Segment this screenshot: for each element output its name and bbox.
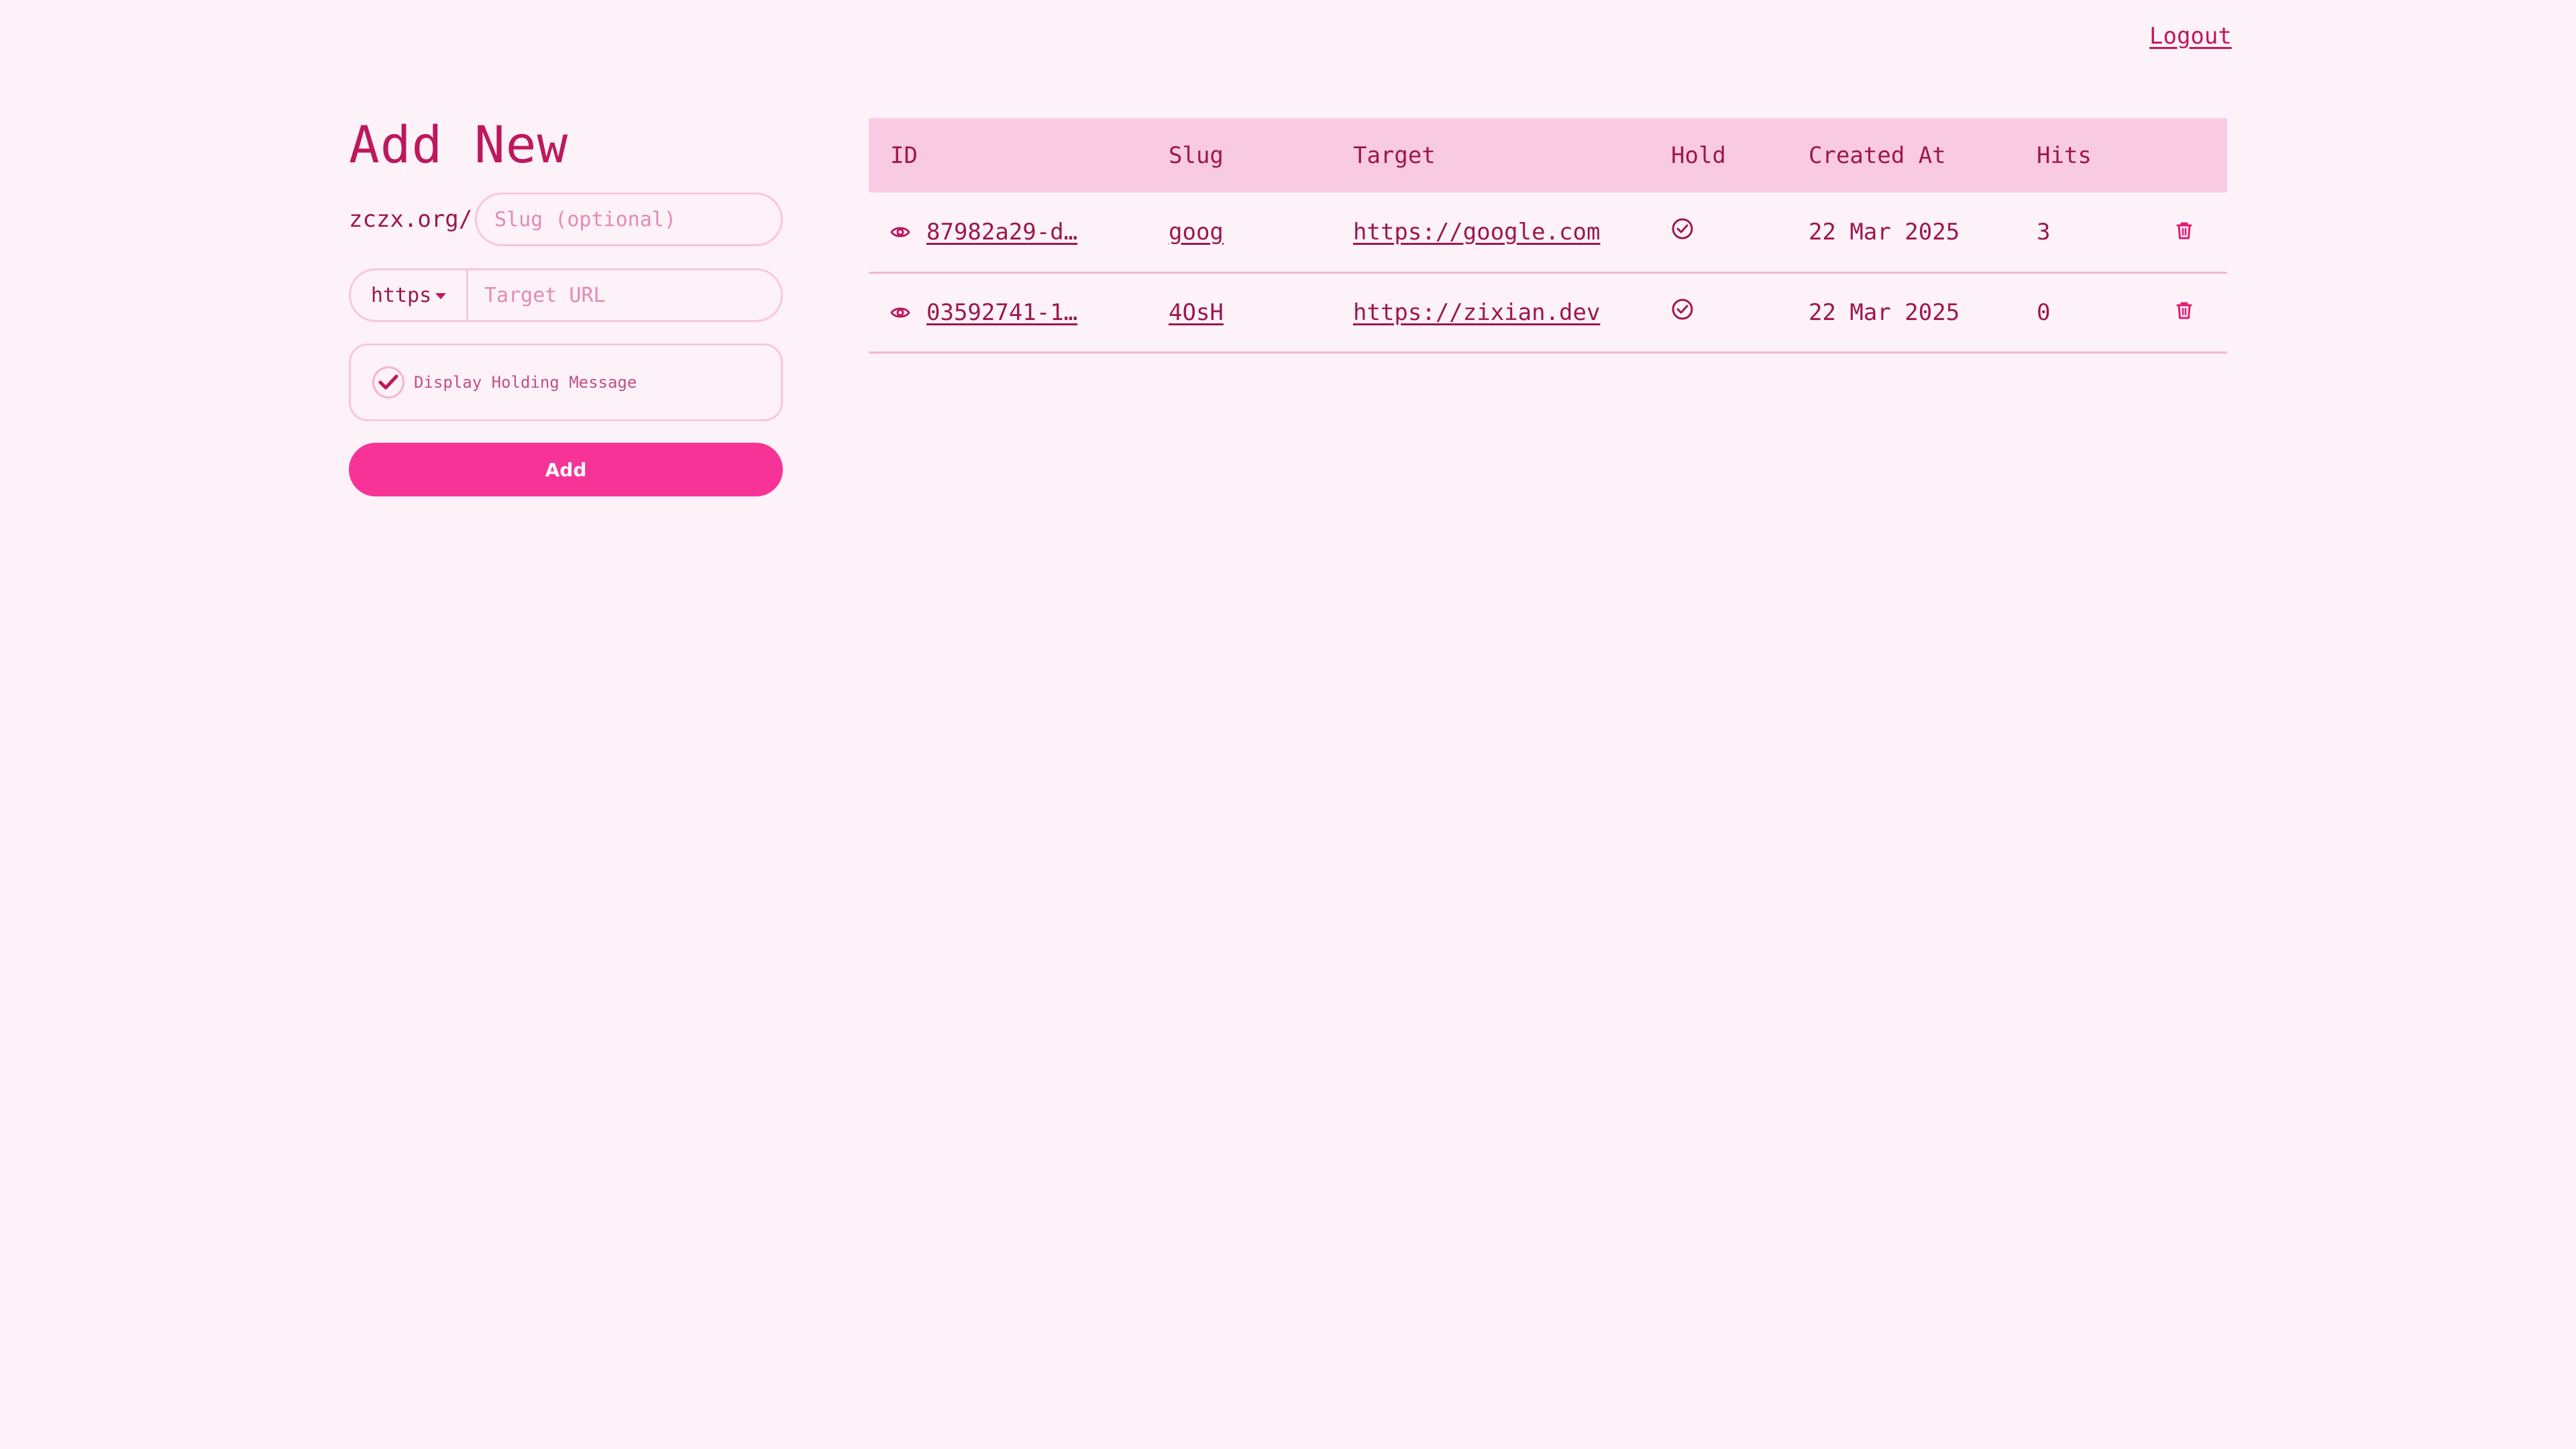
column-header-target: Target [1353, 142, 1436, 169]
slug-input[interactable] [475, 193, 783, 246]
actions-cell [2123, 193, 2227, 272]
target-cell: https://zixian.dev [1332, 272, 1650, 352]
column-header-id: ID [890, 142, 918, 169]
target-url-input[interactable] [468, 270, 781, 320]
trash-icon[interactable] [2176, 299, 2192, 326]
actions-cell [2123, 272, 2227, 352]
id-link[interactable]: 03592741-1… [926, 299, 1077, 326]
created-at-cell: 22 Mar 2025 [1809, 299, 1960, 326]
add-button[interactable]: Add [349, 443, 783, 496]
trash-icon[interactable] [2176, 219, 2192, 246]
hits-cell: 0 [2037, 299, 2051, 326]
target-link[interactable]: https://zixian.dev [1353, 299, 1600, 326]
id-link[interactable]: 87982a29-d… [926, 219, 1077, 246]
hold-cell [1650, 193, 1787, 272]
column-header-created-at: Created At [1809, 142, 1946, 169]
check-circle-icon [1672, 218, 1693, 239]
id-cell: 87982a29-d… [869, 193, 1147, 272]
slug-link[interactable]: goog [1169, 219, 1224, 246]
slug-row: zczx.org/ [349, 193, 783, 246]
target-cell: https://google.com [1332, 193, 1650, 272]
check-circle-icon [1672, 299, 1693, 320]
holding-message-checkbox[interactable] [372, 366, 405, 398]
table-header-row: ID Slug Target Hold Created At Hits [869, 118, 2227, 193]
form-title: Add New [349, 115, 569, 174]
slug-cell: 4OsH [1147, 272, 1332, 352]
links-table-container: ID Slug Target Hold Created At Hits 8798… [869, 118, 2227, 354]
add-new-form: Add New zczx.org/ https Display Holding … [349, 114, 783, 496]
caret-down-icon [435, 292, 447, 299]
eye-icon[interactable] [890, 299, 910, 326]
holding-message-label: Display Holding Message [414, 373, 637, 392]
column-header-hold: Hold [1671, 142, 1726, 169]
protocol-value: https [370, 283, 432, 307]
links-table: ID Slug Target Hold Created At Hits 8798… [869, 118, 2227, 354]
hits-cell: 3 [2037, 218, 2051, 246]
domain-prefix: zczx.org/ [349, 206, 473, 233]
slug-cell: goog [1147, 193, 1332, 272]
column-header-actions [2123, 118, 2227, 193]
checkmark-icon [378, 374, 398, 390]
logout-link[interactable]: Logout [2149, 23, 2232, 50]
created-at-cell: 22 Mar 2025 [1809, 218, 1960, 246]
eye-icon[interactable] [890, 219, 910, 246]
column-header-hits: Hits [2037, 142, 2092, 169]
id-cell: 03592741-1… [869, 272, 1147, 352]
table-row: 87982a29-d… goog https://google.com 22 M… [869, 193, 2227, 272]
column-header-slug: Slug [1169, 142, 1224, 169]
slug-link[interactable]: 4OsH [1169, 299, 1224, 326]
table-row: 03592741-1… 4OsH https://zixian.dev 22 M… [869, 272, 2227, 352]
hold-cell [1650, 272, 1787, 352]
protocol-select[interactable]: https [351, 270, 468, 320]
target-url-group: https [349, 268, 783, 322]
holding-message-option: Display Holding Message [349, 343, 783, 421]
target-link[interactable]: https://google.com [1353, 219, 1600, 246]
